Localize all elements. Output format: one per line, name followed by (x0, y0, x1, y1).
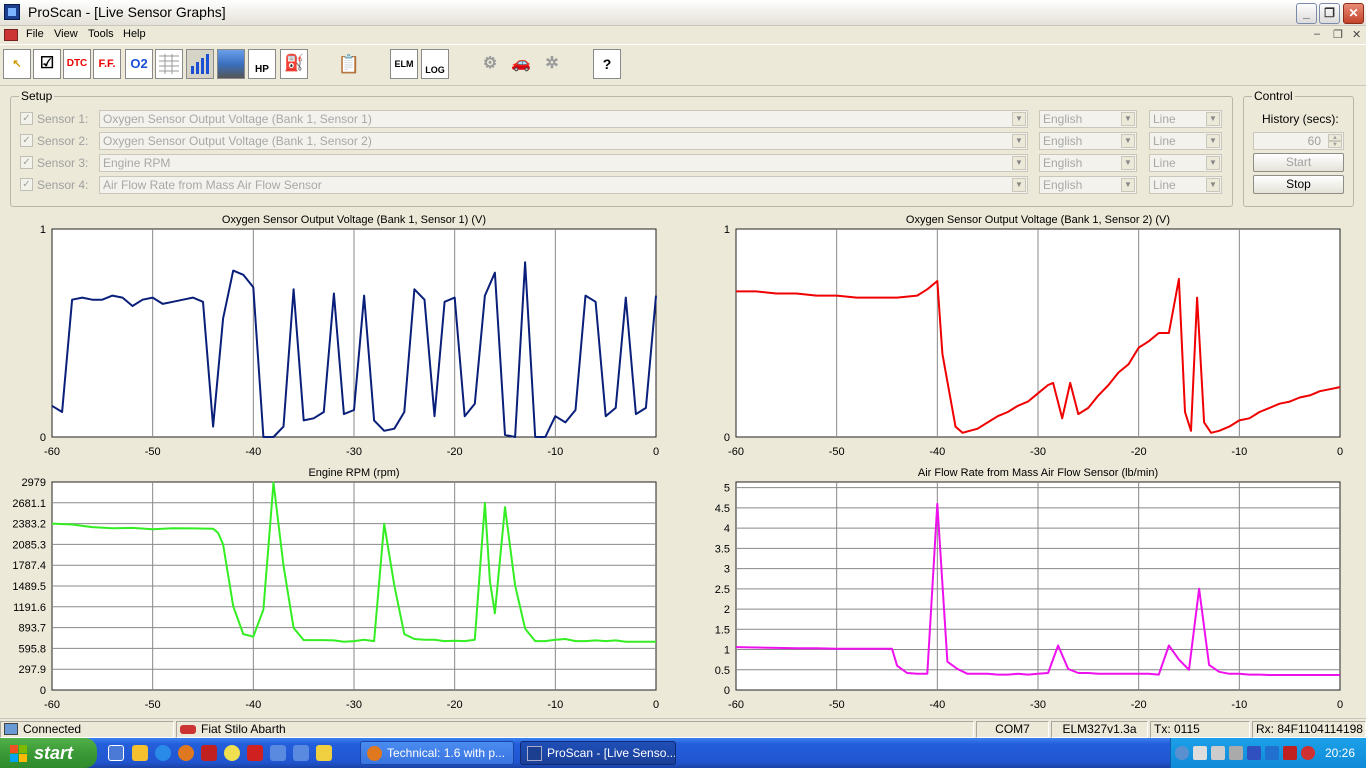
tray-alert-icon[interactable] (1301, 746, 1315, 760)
y-tick-label: 1489.5 (12, 581, 46, 593)
quicklaunch-firefox-icon[interactable] (178, 745, 194, 761)
chart-4: -60 -50 -40 -30 -20 -10 0 5 4.5 4 3.5 3 2.5 2 1.5 1 0.5 0 (715, 481, 1343, 711)
task-proscan[interactable]: ProScan - [Live Senso... (520, 741, 676, 765)
y-tick-label: 0 (724, 432, 730, 444)
quicklaunch-ie-icon[interactable] (155, 745, 171, 761)
status-bar: Connected Fiat Stilo Abarth COM7 ELM327v… (0, 718, 1366, 738)
x-tick-label: -60 (728, 699, 744, 711)
y-tick-label: 0 (40, 432, 46, 444)
x-tick-label: -10 (547, 699, 563, 711)
x-tick-label: -60 (44, 446, 60, 458)
x-tick-label: 0 (653, 446, 659, 458)
quicklaunch-desktop-icon[interactable] (108, 745, 124, 761)
charts-canvas: -60 -50 -40 -30 -20 -10 0 1 0 -60 -50 -40 -30 -20 -10 0… (12, 224, 1343, 711)
x-tick-label: -20 (1131, 446, 1147, 458)
tray-update-icon[interactable] (1265, 746, 1279, 760)
x-tick-label: -10 (547, 446, 563, 458)
proscan-icon (527, 746, 542, 761)
windows-logo-icon (10, 745, 27, 762)
task-firefox-label: Technical: 1.6 with p... (387, 746, 506, 760)
quicklaunch-app1-icon[interactable] (270, 745, 286, 761)
chart-1: -60 -50 -40 -30 -20 -10 0 1 0 (40, 224, 659, 458)
x-tick-label: -30 (346, 446, 362, 458)
x-tick-label: -50 (145, 699, 161, 711)
x-tick-label: 0 (1337, 699, 1343, 711)
start-button-taskbar[interactable]: start (0, 738, 97, 768)
car-status-icon (180, 725, 196, 734)
quicklaunch-vp-icon[interactable] (201, 745, 217, 761)
status-device: ELM327v1.3a (1051, 721, 1148, 738)
x-tick-label: -30 (346, 699, 362, 711)
y-tick-label: 595.8 (18, 643, 46, 655)
x-tick-label: -50 (829, 699, 845, 711)
y-tick-label: 4.5 (715, 503, 730, 515)
firefox-icon (367, 746, 382, 761)
tray-network-icon[interactable] (1193, 746, 1207, 760)
quicklaunch-app2-icon[interactable] (293, 745, 309, 761)
x-tick-label: -10 (1231, 699, 1247, 711)
y-tick-label: 2085.3 (12, 539, 46, 551)
x-tick-label: -20 (447, 446, 463, 458)
x-tick-label: 0 (653, 699, 659, 711)
y-tick-label: 2 (724, 604, 730, 616)
status-vehicle: Fiat Stilo Abarth (176, 721, 974, 738)
y-tick-label: 5 (724, 483, 730, 495)
x-tick-label: -10 (1231, 446, 1247, 458)
y-tick-label: 0 (40, 685, 46, 697)
y-tick-label: 1191.6 (13, 602, 46, 614)
y-tick-label: 2383.2 (12, 519, 46, 531)
y-tick-label: 1.5 (715, 624, 730, 636)
x-tick-label: -20 (447, 699, 463, 711)
chart-3: -60 -50 -40 -30 -20 -10 0 2979 2681.1 2383.2 2085.… (12, 477, 659, 711)
x-tick-label: -40 (245, 699, 261, 711)
x-tick-label: -40 (929, 446, 945, 458)
quicklaunch-filezilla-icon[interactable] (247, 745, 263, 761)
y-tick-label: 1 (724, 645, 730, 657)
x-tick-label: -30 (1030, 446, 1046, 458)
tray-arrow-icon[interactable] (1175, 746, 1189, 760)
tray-usb-icon[interactable] (1229, 746, 1243, 760)
x-tick-label: -40 (929, 699, 945, 711)
y-tick-label: 1 (724, 224, 730, 236)
y-tick-label: 1 (40, 224, 46, 236)
y-tick-label: 297.9 (18, 664, 46, 676)
x-tick-label: -50 (145, 446, 161, 458)
x-tick-label: -60 (728, 446, 744, 458)
x-tick-label: -60 (44, 699, 60, 711)
quicklaunch-messenger-icon[interactable] (224, 745, 240, 761)
task-firefox[interactable]: Technical: 1.6 with p... (360, 741, 514, 765)
tray-printer-icon[interactable] (1211, 746, 1225, 760)
y-tick-label: 0.5 (715, 665, 730, 677)
task-proscan-label: ProScan - [Live Senso... (547, 746, 676, 760)
status-connection: Connected (0, 721, 174, 738)
chart-2: -60 -50 -40 -30 -20 -10 0 1 0 (724, 224, 1343, 458)
y-tick-label: 0 (724, 685, 730, 697)
computer-icon (4, 723, 18, 735)
tray-shield-icon[interactable] (1247, 746, 1261, 760)
y-tick-label: 4 (724, 523, 730, 535)
x-tick-label: 0 (1337, 446, 1343, 458)
clock: 20:26 (1325, 746, 1356, 760)
quicklaunch-folder-icon[interactable] (316, 745, 332, 761)
y-tick-label: 3.5 (715, 543, 730, 555)
x-tick-label: -50 (829, 446, 845, 458)
x-tick-label: -30 (1030, 699, 1046, 711)
status-port: COM7 (976, 721, 1049, 738)
y-tick-label: 3 (724, 564, 730, 576)
status-vehicle-text: Fiat Stilo Abarth (201, 722, 286, 736)
quicklaunch-mail-icon[interactable] (132, 745, 148, 761)
status-connected-text: Connected (23, 722, 82, 736)
y-tick-label: 2.5 (715, 584, 730, 596)
x-tick-label: -40 (245, 446, 261, 458)
y-tick-label: 2979 (22, 477, 46, 489)
x-tick-label: -20 (1131, 699, 1147, 711)
start-label: start (34, 743, 74, 763)
tray-antivirus-icon[interactable] (1283, 746, 1297, 760)
status-rx: Rx: 84F1104114198 (1252, 721, 1366, 738)
y-tick-label: 1787.4 (12, 560, 46, 572)
status-tx: Tx: 0115 (1150, 721, 1250, 738)
y-tick-label: 2681.1 (12, 498, 46, 510)
y-tick-label: 893.7 (18, 623, 46, 635)
taskbar: start Technical: 1.6 with p... ProScan -… (0, 738, 1366, 768)
